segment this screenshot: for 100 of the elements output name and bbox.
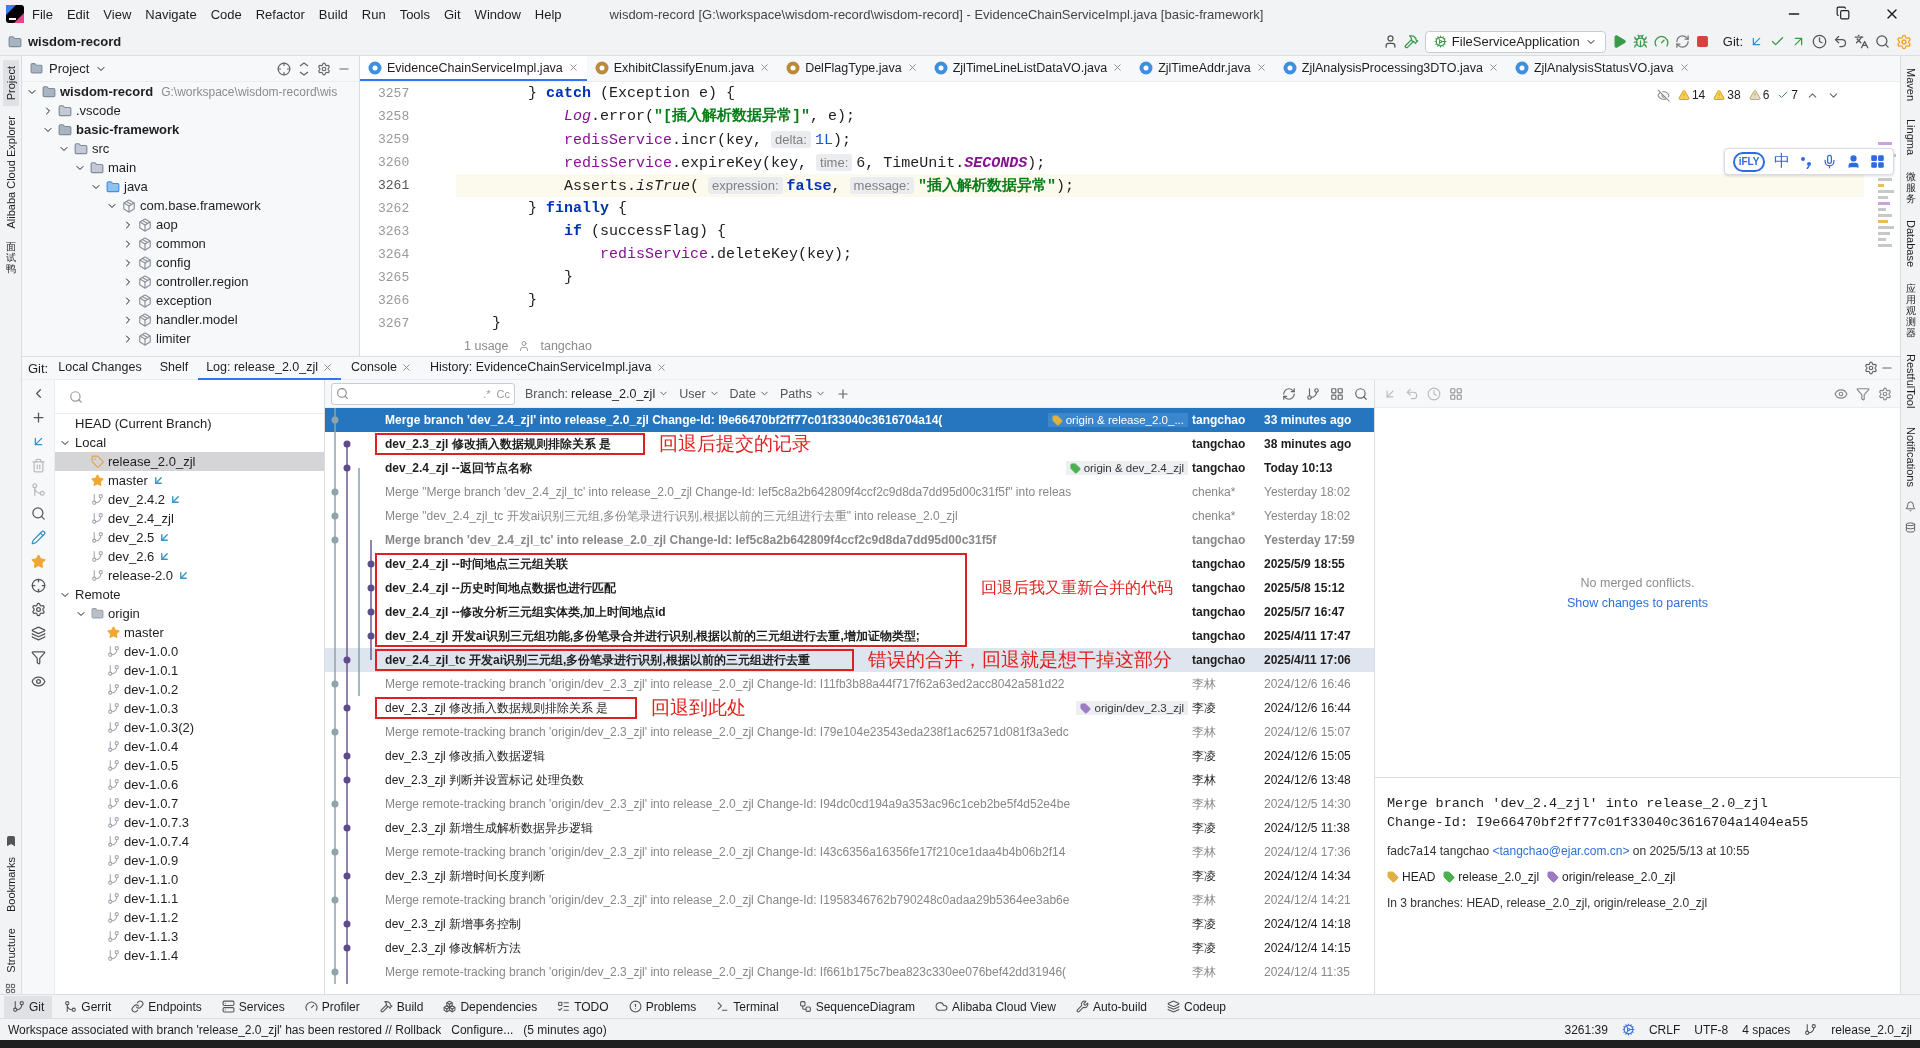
commit-row[interactable]: dev_2.3_zjl 新增生成解析数据异步逻辑 李凌 2024/12/5 11:38	[325, 816, 1374, 840]
branch-item[interactable]: dev-1.0.0	[55, 642, 324, 661]
git-tab[interactable]: History: EvidenceChainServiceImpl.java	[421, 356, 675, 380]
commit-row[interactable]: dev_2.3_zjl 新增事务控制 李凌 2024/12/4 14:18	[325, 912, 1374, 936]
branch-item[interactable]: origin	[55, 604, 324, 623]
line-ending[interactable]: CRLF	[1648, 1022, 1681, 1037]
log-filter[interactable]: Date	[729, 386, 770, 401]
plus-icon[interactable]	[30, 410, 46, 425]
current-branch[interactable]: release_2.0_zjl	[1831, 1022, 1912, 1037]
ime-logo[interactable]: iFLY	[1733, 151, 1765, 172]
tool-window-tab[interactable]: Alibaba Cloud Explorer	[2, 110, 19, 235]
commit-row[interactable]: dev_2.4_zjl --返回节点名称 origin & dev_2.4_zjl tangchao Today 10:13	[325, 456, 1374, 480]
branch-item[interactable]: dev_2.4.2	[55, 490, 324, 509]
menu-item[interactable]: Help	[528, 3, 568, 25]
bug-icon[interactable]	[1632, 34, 1648, 49]
inspection-count[interactable]: 6	[1748, 88, 1770, 102]
log-filter[interactable]: User	[679, 386, 720, 401]
collapse-icon[interactable]	[297, 61, 311, 76]
grid-icon[interactable]	[1449, 386, 1463, 401]
tree-item[interactable]: controller.region	[22, 272, 359, 291]
branch-item[interactable]: dev-1.0.7	[55, 794, 324, 813]
tree-item[interactable]: com.base.framework	[22, 196, 359, 215]
undo-icon[interactable]	[1833, 34, 1848, 49]
tree-item[interactable]: handler.model	[22, 310, 359, 329]
tool-window-tab[interactable]: Project	[2, 60, 19, 107]
branch-item[interactable]: release_2.0_zjl	[55, 452, 324, 471]
merge-icon[interactable]	[30, 482, 46, 497]
tool-window-button[interactable]: Dependencies	[435, 995, 546, 1018]
settings-icon[interactable]	[317, 61, 331, 76]
star-icon[interactable]	[30, 554, 46, 569]
refresh-icon[interactable]	[1282, 386, 1296, 401]
tree-item[interactable]: common	[22, 234, 359, 253]
tree-item[interactable]: aop	[22, 215, 359, 234]
tree-item[interactable]: limiter	[22, 329, 359, 348]
tool-window-button[interactable]: Git	[4, 995, 53, 1018]
stop-icon[interactable]	[1695, 35, 1709, 48]
branch-item[interactable]: dev-1.1.0	[55, 870, 324, 889]
inspection-count[interactable]: 7	[1777, 88, 1798, 102]
branch-item[interactable]: dev_2.4_zjl	[55, 509, 324, 528]
gauge-icon[interactable]	[1653, 34, 1669, 49]
grid-icon[interactable]	[1870, 154, 1885, 169]
search-icon[interactable]	[1354, 386, 1368, 401]
tool-window-tab[interactable]: RestfulTool	[1903, 350, 1918, 413]
commit-row[interactable]: dev_2.4_zjl_tc 开发ai识别三元组,多份笔录进行识别,根据以前的三元组进行去重 错误的合并，回退就是想干掉这部分 tangchao 2025/4/11 17:06	[325, 648, 1374, 672]
user-icon[interactable]	[1382, 34, 1398, 49]
log-filter[interactable]: Paths	[780, 386, 826, 401]
hammer-icon[interactable]	[1403, 34, 1419, 49]
project-name[interactable]: wisdom-record	[28, 34, 122, 49]
commit-row[interactable]: dev_2.3_zjl 修改插入数据规则排除关系 是 回退到此处 origin/dev_2.3_zjl 李凌 2024/12/6 16:44	[325, 696, 1374, 720]
branch-item[interactable]: dev-1.0.3	[55, 699, 324, 718]
tool-window-tab[interactable]: Maven	[1903, 64, 1918, 106]
tool-window-button[interactable]: Problems	[620, 995, 705, 1018]
settings-icon[interactable]	[30, 602, 46, 617]
branch-item[interactable]: dev-1.0.3(2)	[55, 718, 324, 737]
settings-icon[interactable]	[1878, 386, 1892, 401]
locate-icon[interactable]	[277, 61, 291, 76]
branch-item[interactable]: dev-1.0.1	[55, 661, 324, 680]
run-configuration[interactable]: FileServiceApplication	[1424, 30, 1606, 53]
commit-row[interactable]: Merge branch 'dev_2.4_zjl' into release_2.0_zjl Change-Id: I9e66470bf2ff77c01f33040c3616704a14( origin & release_2.0_... tangchao 33 minutes ago	[325, 408, 1374, 432]
search-icon[interactable]	[30, 506, 46, 521]
branch-item[interactable]: master	[55, 471, 324, 490]
refresh-icon[interactable]	[1674, 34, 1690, 49]
inspection-count[interactable]: 14	[1677, 88, 1706, 102]
menu-item[interactable]: Build	[312, 3, 354, 25]
trash-icon[interactable]	[30, 458, 46, 473]
tool-window-button[interactable]: Services	[213, 995, 293, 1018]
tool-window-tab[interactable]: 应用观测器	[1905, 281, 1916, 341]
editor-tab[interactable]: EvidenceChainServiceImpl.java	[360, 56, 587, 81]
branch-item[interactable]: dev-1.0.4	[55, 737, 324, 756]
tool-window-button[interactable]: SequenceDiagram	[790, 995, 924, 1018]
tool-window-button[interactable]: TODO	[549, 995, 617, 1018]
branch-item[interactable]: HEAD (Current Branch)	[55, 414, 324, 433]
gear-icon[interactable]	[1621, 1023, 1635, 1036]
settings-icon[interactable]	[1864, 361, 1878, 375]
tool-window-button[interactable]: Alibaba Cloud View	[927, 995, 1064, 1018]
eye-off-icon[interactable]	[1656, 88, 1670, 102]
caret-position[interactable]: 3261:39	[1564, 1022, 1608, 1037]
commit-row[interactable]: Merge remote-tracking branch 'origin/dev_2.3_zjl' into release_2.0_zjl Change-Id: I79e104e23543eda238f1ac62571d081f3a3edc 李林 2024/12/6 15:07	[325, 720, 1374, 744]
git-tab[interactable]: Local Changes	[50, 356, 150, 380]
menu-item[interactable]: Window	[468, 3, 527, 25]
filter-icon[interactable]	[1856, 386, 1870, 401]
tree-item[interactable]: src	[22, 139, 359, 158]
tool-window-button[interactable]: Auto-build	[1067, 995, 1155, 1018]
show-changes-link[interactable]: Show changes to parents	[1566, 595, 1709, 610]
commit-row[interactable]: dev_2.3_zjl 判断并设置标记 处理负数 李林 2024/12/6 13:48	[325, 768, 1374, 792]
git-tab[interactable]: Shelf	[151, 356, 197, 380]
branch-item[interactable]: dev-1.0.5	[55, 756, 324, 775]
ime-mode[interactable]: 中	[1774, 151, 1790, 172]
git-tab[interactable]: Console	[343, 356, 420, 380]
branch-item[interactable]: dev-1.0.7.4	[55, 832, 324, 851]
tool-window-button[interactable]: Codeup	[1159, 995, 1235, 1018]
tree-item[interactable]: exception	[22, 291, 359, 310]
branch-item[interactable]: dev-1.1.4	[55, 946, 324, 965]
tool-window-button[interactable]: Terminal	[708, 995, 787, 1018]
menu-item[interactable]: Run	[355, 3, 392, 25]
commit-row[interactable]: Merge remote-tracking branch 'origin/dev_2.3_zjl' into release_2.0_zjl Change-Id: I43c6356a16356fe17f210ce1daa4b4b06b2f14 李林 2024/12/4 17:36	[325, 840, 1374, 864]
file-encoding[interactable]: UTF-8	[1694, 1022, 1729, 1037]
commit-row[interactable]: dev_2.4_zjl 开发ai识别三元组功能,多份笔录合并进行识别,根据以前的三元组进行去重,增加证物类型; tangchao 2025/4/11 17:47	[325, 624, 1374, 648]
locate-icon[interactable]	[30, 578, 46, 593]
branch-item[interactable]: dev-1.1.2	[55, 908, 324, 927]
